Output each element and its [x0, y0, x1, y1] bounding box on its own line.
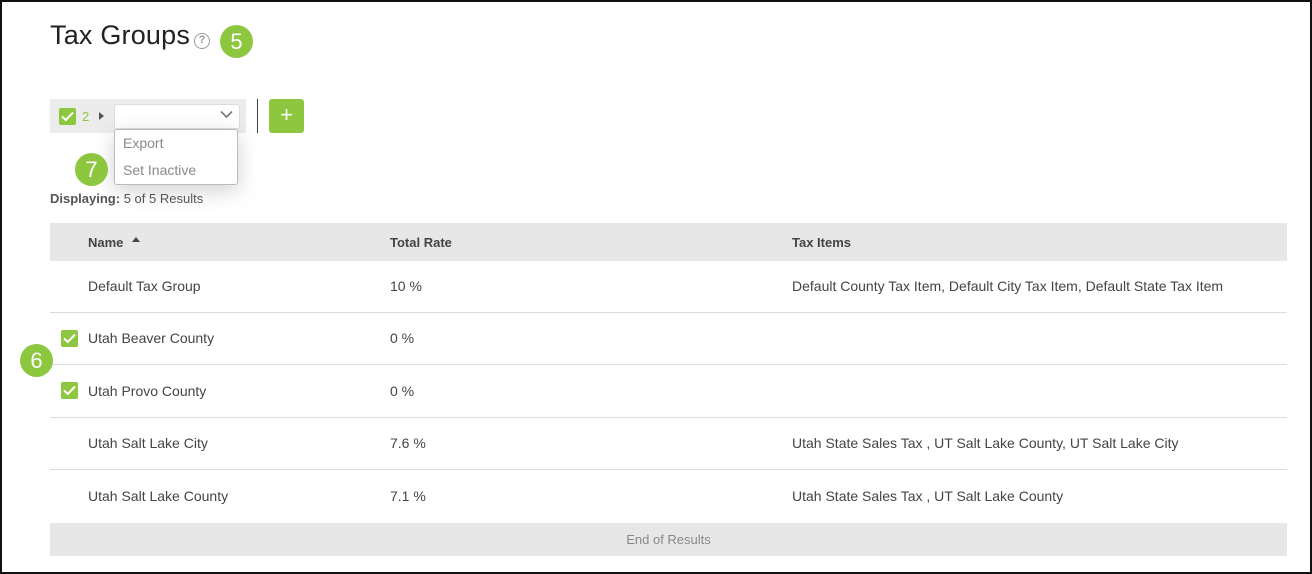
checkmark-icon — [61, 111, 74, 122]
row-checkbox[interactable] — [61, 330, 78, 347]
sort-ascending-icon[interactable] — [132, 237, 140, 242]
select-all-checkbox[interactable] — [59, 108, 76, 125]
table-row[interactable]: Utah Salt Lake City 7.6 % Utah State Sal… — [50, 418, 1287, 470]
checkmark-icon — [63, 385, 76, 396]
checkmark-icon — [63, 333, 76, 344]
page-title: Tax Groups — [50, 20, 191, 50]
cell-name: Utah Salt Lake County — [88, 488, 229, 504]
bulk-action-menu: Export Set Inactive — [114, 129, 238, 185]
page-frame: Tax Groups ? 5 2 + Export Set Inactive 7… — [0, 0, 1312, 574]
end-of-results: End of Results — [50, 523, 1287, 556]
column-header-name[interactable]: Name — [88, 235, 123, 250]
cell-total-rate: 0 % — [390, 383, 415, 399]
menu-item-export[interactable]: Export — [123, 135, 163, 151]
cell-name: Utah Beaver County — [88, 330, 215, 346]
chevron-down-icon[interactable] — [220, 110, 233, 119]
column-header-tax-items[interactable]: Tax Items — [792, 235, 851, 250]
cell-tax-items: Utah State Sales Tax , UT Salt Lake Coun… — [792, 435, 1179, 451]
callout-badge-6: 6 — [20, 344, 53, 377]
results-count: Displaying: 5 of 5 Results — [50, 191, 203, 206]
callout-badge-7: 7 — [75, 153, 108, 186]
column-header-total-rate[interactable]: Total Rate — [390, 235, 452, 250]
cell-total-rate: 0 % — [390, 330, 415, 346]
cell-name: Utah Provo County — [88, 383, 207, 399]
cell-total-rate: 10 % — [390, 278, 422, 294]
cell-tax-items: Utah State Sales Tax , UT Salt Lake Coun… — [792, 488, 1064, 504]
menu-item-set-inactive[interactable]: Set Inactive — [123, 162, 196, 178]
cell-name: Utah Salt Lake City — [88, 435, 208, 451]
cell-tax-items: Default County Tax Item, Default City Ta… — [792, 278, 1224, 294]
table-row[interactable]: Utah Beaver County 0 % — [50, 313, 1287, 365]
callout-badge-5: 5 — [220, 25, 253, 58]
results-label: Displaying: — [50, 191, 121, 206]
table-row[interactable]: Utah Provo County 0 % — [50, 365, 1287, 418]
question-circle-icon[interactable]: ? — [194, 33, 210, 49]
caret-right-icon[interactable] — [99, 112, 104, 120]
selected-count: 2 — [82, 109, 90, 124]
table-header: Name Total Rate Tax Items — [50, 223, 1287, 261]
cell-total-rate: 7.6 % — [390, 435, 426, 451]
cell-total-rate: 7.1 % — [390, 488, 426, 504]
add-tax-group-button[interactable]: + — [269, 99, 304, 133]
toolbar-divider — [257, 99, 258, 133]
tax-groups-table: Name Total Rate Tax Items Default Tax Gr… — [50, 223, 1287, 556]
row-checkbox[interactable] — [61, 382, 78, 399]
table-row[interactable]: Utah Salt Lake County 7.1 % Utah State S… — [50, 470, 1287, 523]
results-value: 5 of 5 Results — [123, 191, 204, 206]
table-row[interactable]: Default Tax Group 10 % Default County Ta… — [50, 261, 1287, 313]
cell-name: Default Tax Group — [88, 278, 201, 294]
